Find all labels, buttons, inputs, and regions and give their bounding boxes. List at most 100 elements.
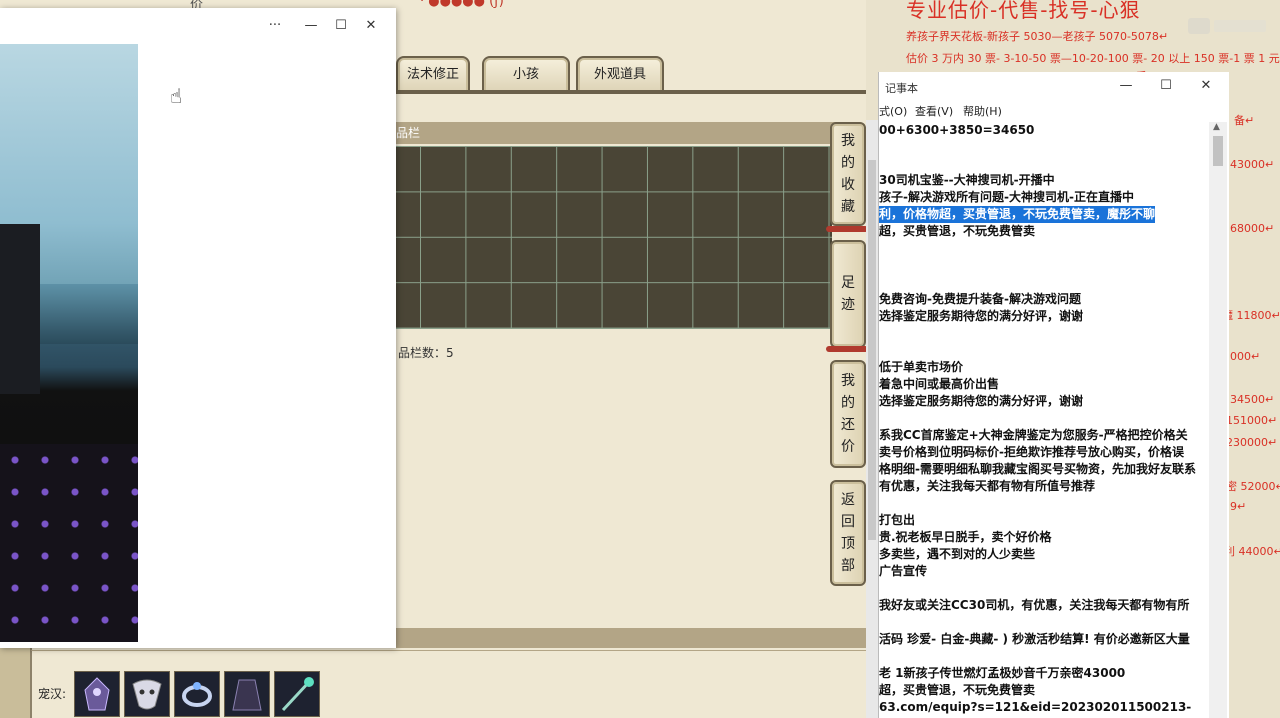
ad-price: 密 52000↵ [1226,480,1280,493]
notepad-titlebar: 记事本 — ☐ ✕ [879,72,1229,102]
menu-help[interactable]: 帮助(H) [963,103,1002,119]
tab-underline [396,90,866,94]
watermark-logo [1188,18,1266,34]
text-line: 系我CC首席鉴定+大神金牌鉴定为您服务-严格把控价格关 [879,428,1188,442]
text-line: 00+6300+3850=34650 [879,123,1035,137]
text-line: 免费咨询-免费提升装备-解决游戏问题 [879,292,1081,306]
ad-price: 魔 11800↵ [1222,309,1280,322]
ring-icon[interactable] [174,671,220,717]
text-line: 广告宣传 [879,564,928,578]
ad-cut-text: 备↵ [1234,114,1255,127]
tab-appearance-items[interactable]: 外观道具 [576,56,664,92]
side-button-char: 返 [841,492,855,508]
text-line: 低于单卖市场价 [879,360,964,374]
side-button-divider [826,346,866,352]
selected-text-line: 利，价格物超，买贵管退，不玩免费管卖，魔彤不聊 [879,206,1156,223]
side-button-char: 回 [841,514,855,530]
text-line: 多卖些，遇不到对的人少卖些 [879,547,1036,561]
staff-icon[interactable] [274,671,320,717]
photo-viewer-window: ··· — ☐ ✕ [0,8,396,648]
side-button-char: 的 [841,395,855,411]
side-button-char: 部 [841,558,855,574]
page-scrollbar[interactable] [866,120,878,718]
scroll-up-arrow-icon[interactable]: ▲ [1213,122,1220,132]
side-button-char: 足 [841,275,855,291]
equipment-label: 宠汉: [38,687,67,701]
equipment-panel: 宠汉: [30,650,866,718]
ad-line-pricing: 估价 3 万内 30 票- 3-10-50 票—10-20-100 票- 20 … [906,52,1280,65]
text-line: 贵.祝老板早日脱手，卖个好价格 [879,530,1052,544]
text-line: 30司机宝鉴--大神搜司机-开播中 [879,173,1055,187]
header-cut-price: · ●●●●● (ƒ) [420,0,504,9]
text-line: 格明细-需要明细私聊我藏宝阁买号买物资，先加我好友联系 [879,462,1196,476]
cloak-icon[interactable] [224,671,270,717]
side-button-divider [826,226,866,232]
text-line: 选择鉴定服务期待您的满分好评，谢谢 [879,394,1084,408]
text-line: 卖号价格到位明码标价-拒绝欺诈推荐号放心购买，价格误 [879,445,1184,459]
category-tabs: 法术修正 小孩 外观道具 [396,56,866,92]
menu-format[interactable]: 式(O) [879,103,907,119]
text-line: 着急中间或最高价出售 [879,377,1000,391]
photo-image [0,44,138,642]
ad-price: 9↵ [1230,500,1247,513]
side-button-char: 我 [841,373,855,389]
left-edge-panel [0,648,32,718]
panel-footer-bar [396,628,866,648]
ad-line-child: 养孩子界天花板-新孩子 5030—老孩子 5070-5078↵ [906,30,1169,43]
inventory-panel-title: 品栏 [396,122,836,144]
text-line: 63.com/equip?s=121&eid=202302011500213- [879,700,1192,714]
notepad-scrollbar[interactable]: ▲ [1209,122,1227,718]
side-button-char: 藏 [841,199,855,215]
tab-spell-fix[interactable]: 法术修正 [396,56,470,92]
notepad-title: 记事本 [885,82,918,95]
viewer-titlebar: ··· — ☐ ✕ [0,8,396,44]
ad-price: 利 44000↵ [1224,545,1280,558]
notepad-menubar: 式(O) 查看(V) 帮助(H) [879,100,1229,120]
text-line: 有优惠，关注我每天都有物有所值号推荐 [879,479,1096,493]
photo-keyboard [0,444,138,642]
ad-price: 68000↵ [1230,222,1275,235]
side-button-favorites[interactable]: 我 的 收 藏 [826,122,866,232]
side-button-char: 我 [841,133,855,149]
text-line: 我好友或关注CC30司机，有优惠，关注我每天都有物有所 [879,598,1190,612]
menu-view[interactable]: 查看(V) [915,103,953,119]
side-button-char: 价 [841,439,855,455]
more-options-button[interactable]: ··· [264,16,286,36]
tab-child[interactable]: 小孩 [482,56,570,92]
side-button-char: 迹 [841,297,855,313]
notepad-text-area[interactable]: 00+6300+3850=34650 30司机宝鉴--大神搜司机-开播中孩子-解决… [879,122,1205,718]
minimize-button[interactable]: — [300,16,322,36]
text-line: 打包出 [879,513,916,527]
ad-price: 230000↵ [1226,436,1278,449]
notepad-maximize-button[interactable]: ☐ [1155,76,1177,96]
notepad-close-button[interactable]: ✕ [1195,76,1217,96]
close-button[interactable]: ✕ [360,16,382,36]
ad-headline: 专业估价-代售-找号-心狠 [906,0,1141,22]
text-line: 活码 珍爱- 白金-典藏- ) 秒激活秒结算! 有价必邀新区大量 [879,632,1190,646]
mask-icon[interactable] [124,671,170,717]
side-button-char: 收 [841,177,855,193]
side-button-char: 还 [841,417,855,433]
side-button-my-offers[interactable]: 我 的 还 价 [830,360,866,468]
maximize-button[interactable]: ☐ [330,16,352,36]
notepad-window: 记事本 — ☐ ✕ 式(O) 查看(V) 帮助(H) 00+6300+3850=… [878,72,1229,718]
helmet-icon[interactable] [74,671,120,717]
notepad-scrollbar-thumb[interactable] [1213,136,1223,166]
side-button-back-to-top[interactable]: 返 回 顶 部 [830,480,866,586]
text-line: 孩子-解决游戏所有问题-大神搜司机-正在直播中 [879,190,1134,204]
notepad-minimize-button[interactable]: — [1115,76,1137,96]
inventory-grid[interactable] [396,146,832,329]
page-scrollbar-thumb[interactable] [868,160,876,540]
text-line: 超，买贵管退，不玩免费管卖 [879,683,1036,697]
side-button-char: 的 [841,155,855,171]
ad-price: 43000↵ [1230,158,1275,171]
inventory-slot-count: 品栏数：5 [398,346,454,360]
ad-price: 151000↵ [1226,414,1278,427]
ad-price: 34500↵ [1230,393,1275,406]
text-line: 选择鉴定服务期待您的满分好评，谢谢 [879,309,1084,323]
ad-price: 000↵ [1230,350,1261,363]
text-line: 超，买贵管退，不玩免费管卖 [879,224,1036,238]
side-button-footprints[interactable]: 足 迹 [826,240,866,352]
text-line: 老 1新孩子传世燃灯孟极妙音千万亲密43000 [879,666,1126,680]
side-button-char: 顶 [841,536,855,552]
